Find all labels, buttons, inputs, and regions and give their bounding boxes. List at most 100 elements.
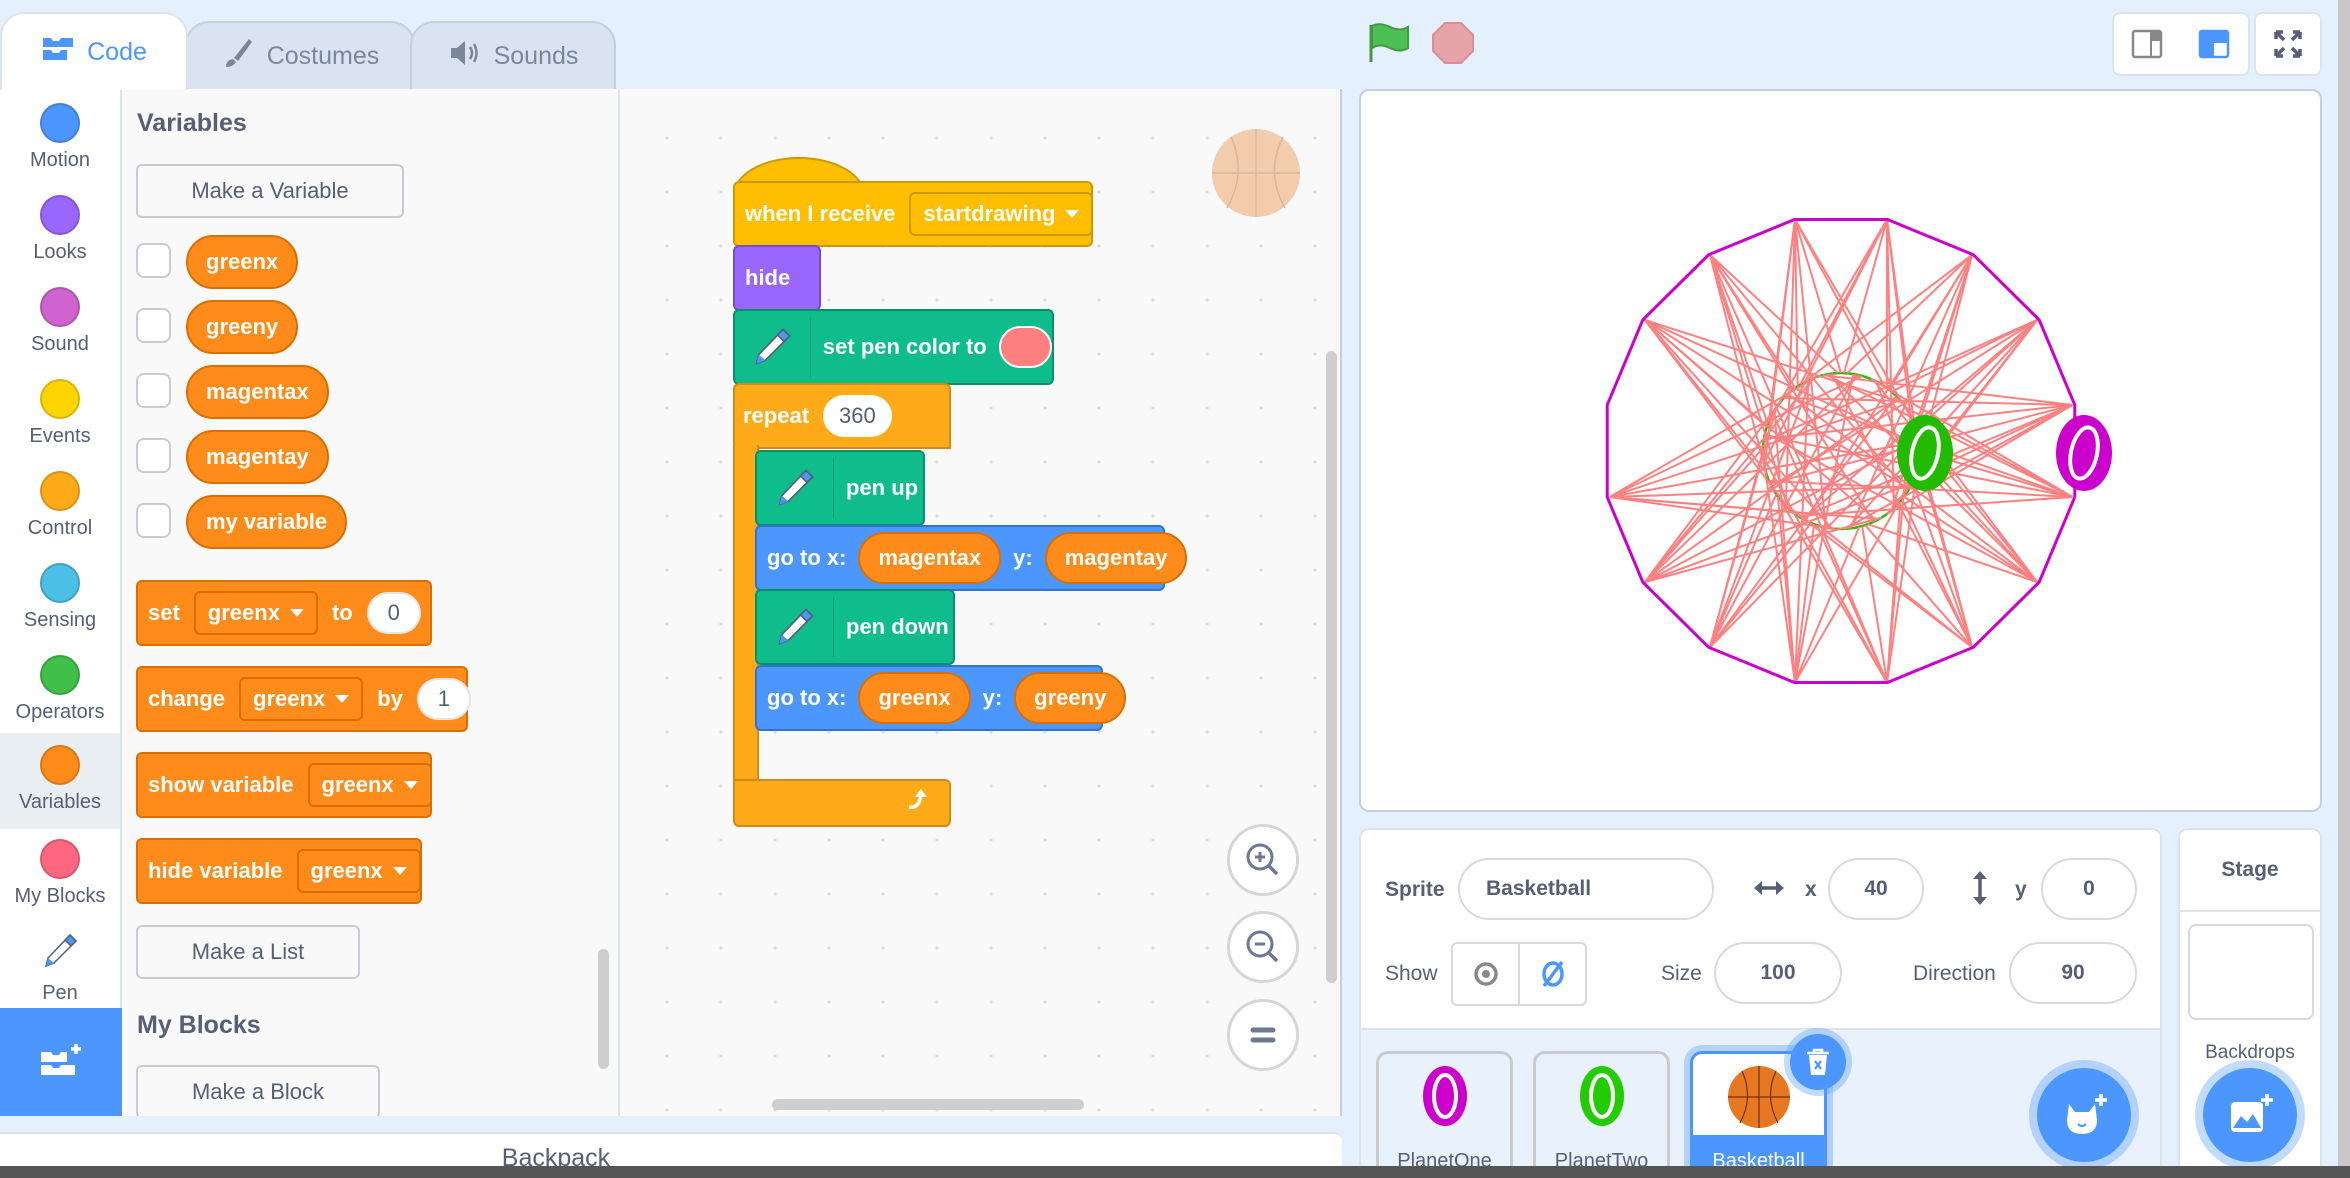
block-text: go to x: <box>767 685 847 710</box>
zoom-reset-button[interactable] <box>1227 999 1299 1071</box>
pen-down-block[interactable]: pen down <box>755 589 955 665</box>
set-pen-color-block[interactable]: set pen color to <box>733 309 1054 385</box>
palette-scrollbar[interactable] <box>598 949 609 1069</box>
loop-arrow-icon <box>905 785 933 818</box>
hide-sprite-button[interactable] <box>1520 944 1585 1004</box>
category-sound[interactable]: Sound <box>0 279 120 371</box>
show-label: Show <box>1385 962 1438 985</box>
variable-dropdown[interactable]: greenx <box>239 677 364 721</box>
make-variable-button[interactable]: Make a Variable <box>136 164 404 218</box>
caret-down-icon <box>392 867 407 875</box>
pen-line <box>1769 219 1888 419</box>
variable-dropdown[interactable]: greenx <box>296 849 421 893</box>
block-text: show variable <box>148 772 294 797</box>
category-my-blocks[interactable]: My Blocks <box>0 831 120 923</box>
add-extension-button[interactable] <box>0 1008 122 1116</box>
variables-dot-icon <box>40 745 80 785</box>
trash-icon <box>1807 1048 1829 1075</box>
choose-backdrop-button[interactable] <box>2203 1068 2297 1162</box>
category-label: Pen <box>42 982 78 1004</box>
green-flag-icon <box>1369 23 1409 62</box>
greenx-reporter[interactable]: greenx <box>858 672 971 724</box>
make-list-button[interactable]: Make a List <box>136 925 360 979</box>
small-stage-button[interactable] <box>2112 12 2182 76</box>
make-block-button[interactable]: Make a Block <box>136 1065 380 1116</box>
greeny-reporter[interactable]: greeny <box>1014 672 1127 724</box>
set-variable-block[interactable]: set greenx to 0 <box>136 580 432 646</box>
pen-line <box>1643 404 1779 583</box>
variable-reporter-greeny[interactable]: greeny <box>186 300 299 354</box>
sprite-tile-planetone[interactable]: PlanetOne <box>1376 1051 1513 1178</box>
value-input[interactable]: 0 <box>366 592 421 634</box>
caret-down-icon <box>403 781 418 789</box>
pen-lines <box>1609 219 2073 683</box>
code-horizontal-scrollbar[interactable] <box>772 1099 1084 1110</box>
zoom-in-button[interactable] <box>1227 824 1299 896</box>
planet-two-sprite[interactable] <box>1897 415 1953 491</box>
dropdown-value: startdrawing <box>923 201 1056 226</box>
show-variable-block[interactable]: show variable greenx <box>136 752 432 818</box>
variable-checkbox-greenx[interactable] <box>136 243 171 278</box>
window-edge <box>2338 0 2350 1178</box>
code-vertical-scrollbar[interactable] <box>1326 351 1337 983</box>
pen-color-swatch[interactable] <box>998 326 1052 368</box>
y-position-input[interactable]: 0 <box>2041 858 2137 920</box>
variable-dropdown[interactable]: greenx <box>193 591 318 635</box>
variable-reporter-magentay[interactable]: magentay <box>186 430 329 484</box>
pen-up-block[interactable]: pen up <box>755 450 925 526</box>
code-workspace[interactable]: when I receive startdrawing hide set pen… <box>620 89 1342 1116</box>
tab-costumes[interactable]: Costumes <box>185 21 415 90</box>
sprite-watermark-basketball <box>1211 128 1301 223</box>
go-to-xy-block-magenta[interactable]: go to x: magentax y: magentay <box>755 525 1188 591</box>
go-to-xy-block-green[interactable]: go to x: greenx y: greeny <box>755 665 1127 731</box>
variable-checkbox-magentay[interactable] <box>136 438 171 473</box>
variable-reporter-greenx[interactable]: greenx <box>186 235 299 289</box>
value-input[interactable]: 1 <box>416 678 471 720</box>
variable-checkbox-my-variable[interactable] <box>136 503 171 538</box>
repeat-header: repeat 360 <box>743 383 892 449</box>
category-looks[interactable]: Looks <box>0 187 120 279</box>
change-variable-block[interactable]: change greenx by 1 <box>136 666 471 732</box>
direction-input[interactable]: 90 <box>2009 942 2137 1004</box>
category-events[interactable]: Events <box>0 371 120 463</box>
variable-checkbox-magentax[interactable] <box>136 373 171 408</box>
hide-variable-block[interactable]: hide variable greenx <box>136 838 422 904</box>
hide-block[interactable]: hide <box>733 245 821 311</box>
looks-dot-icon <box>40 195 80 235</box>
show-sprite-button[interactable] <box>1453 944 1520 1004</box>
message-dropdown[interactable]: startdrawing <box>909 192 1094 236</box>
stop-button[interactable] <box>1432 22 1474 69</box>
fullscreen-button[interactable] <box>2254 12 2322 76</box>
backdrop-thumbnail[interactable] <box>2188 924 2314 1020</box>
sprite-name-input[interactable]: Basketball <box>1458 858 1714 920</box>
category-operators[interactable]: Operators <box>0 647 120 739</box>
size-input[interactable]: 100 <box>1714 942 1842 1004</box>
tab-code[interactable]: Code <box>0 12 188 90</box>
planet-one-sprite[interactable] <box>2056 415 2112 491</box>
delete-sprite-button[interactable] <box>1790 1034 1846 1090</box>
zoom-out-button[interactable] <box>1227 911 1299 983</box>
variable-dropdown[interactable]: greenx <box>307 763 432 807</box>
category-sensing[interactable]: Sensing <box>0 555 120 647</box>
tab-sounds[interactable]: Sounds <box>410 21 616 90</box>
tab-code-label: Code <box>87 37 147 66</box>
x-position-input[interactable]: 40 <box>1828 858 1924 920</box>
stage-canvas[interactable] <box>1359 89 2322 812</box>
category-pen[interactable]: Pen <box>0 923 120 1015</box>
magentay-reporter[interactable]: magentay <box>1044 532 1188 584</box>
category-variables[interactable]: Variables <box>0 733 120 829</box>
when-i-receive-block[interactable]: when I receive startdrawing <box>733 181 1094 247</box>
variable-reporter-magentax[interactable]: magentax <box>186 365 329 419</box>
green-flag-button[interactable] <box>1368 22 1412 69</box>
category-control[interactable]: Control <box>0 463 120 555</box>
sprite-tile-planettwo[interactable]: PlanetTwo <box>1533 1051 1670 1178</box>
repeat-count-input[interactable]: 360 <box>823 395 892 437</box>
divider <box>809 317 811 377</box>
variable-checkbox-greeny[interactable] <box>136 308 171 343</box>
variable-reporter-my-variable[interactable]: my variable <box>186 495 348 549</box>
magentax-reporter[interactable]: magentax <box>858 532 1002 584</box>
category-motion[interactable]: Motion <box>0 95 120 187</box>
choose-sprite-button[interactable] <box>2037 1068 2131 1162</box>
large-stage-button[interactable] <box>2180 12 2250 76</box>
caret-down-icon <box>1065 210 1080 218</box>
